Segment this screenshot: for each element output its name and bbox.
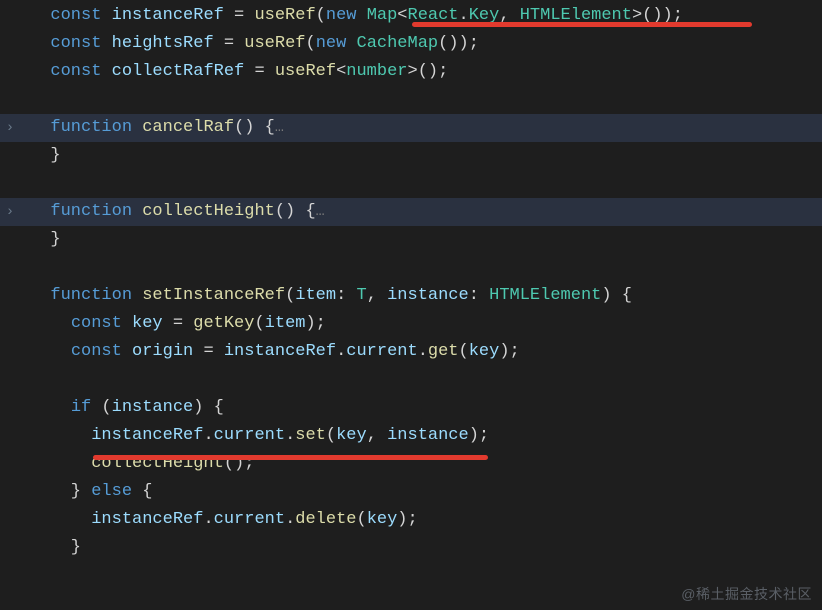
code-text: const key = getKey(item);: [0, 314, 326, 333]
code-text: const instanceRef = useRef(new Map<React…: [0, 6, 683, 25]
code-text: collectHeight();: [0, 454, 254, 473]
code-text: [0, 174, 30, 193]
code-line[interactable]: const instanceRef = useRef(new Map<React…: [0, 2, 822, 30]
code-line[interactable]: const origin = instanceRef.current.get(k…: [0, 338, 822, 366]
code-line[interactable]: [0, 366, 822, 394]
code-line[interactable]: collectHeight();: [0, 450, 822, 478]
code-text: [0, 90, 30, 109]
code-line[interactable]: }: [0, 534, 822, 562]
code-text: const origin = instanceRef.current.get(k…: [0, 342, 520, 361]
fold-chevron-icon[interactable]: ›: [0, 198, 20, 226]
code-text: function setInstanceRef(item: T, instanc…: [0, 286, 632, 305]
code-line[interactable]: const collectRafRef = useRef<number>();: [0, 58, 822, 86]
code-text: [0, 258, 30, 277]
code-line[interactable]: › function collectHeight() {…: [0, 198, 822, 226]
code-text: instanceRef.current.delete(key);: [0, 510, 418, 529]
code-line[interactable]: [0, 170, 822, 198]
code-text: function collectHeight() {…: [0, 202, 325, 221]
code-line[interactable]: } else {: [0, 478, 822, 506]
code-text: } else {: [0, 482, 152, 501]
code-text: const collectRafRef = useRef<number>();: [0, 62, 448, 81]
code-text: [0, 370, 30, 389]
code-text: }: [0, 146, 61, 165]
code-editor[interactable]: const instanceRef = useRef(new Map<React…: [0, 0, 822, 610]
code-line[interactable]: if (instance) {: [0, 394, 822, 422]
code-line[interactable]: [0, 254, 822, 282]
code-text: const heightsRef = useRef(new CacheMap()…: [0, 34, 479, 53]
code-line[interactable]: › function cancelRaf() {…: [0, 114, 822, 142]
code-text: }: [0, 538, 81, 557]
code-line[interactable]: }: [0, 226, 822, 254]
code-line[interactable]: function setInstanceRef(item: T, instanc…: [0, 282, 822, 310]
code-text: function cancelRaf() {…: [0, 118, 284, 137]
code-text: }: [0, 230, 61, 249]
watermark: @稀土掘金技术社区: [681, 584, 812, 604]
fold-chevron-icon[interactable]: ›: [0, 114, 20, 142]
code-line[interactable]: const key = getKey(item);: [0, 310, 822, 338]
code-line[interactable]: }: [0, 142, 822, 170]
code-line[interactable]: instanceRef.current.delete(key);: [0, 506, 822, 534]
code-text: instanceRef.current.set(key, instance);: [0, 426, 489, 445]
code-line[interactable]: instanceRef.current.set(key, instance);: [0, 422, 822, 450]
code-line[interactable]: [0, 86, 822, 114]
code-line[interactable]: const heightsRef = useRef(new CacheMap()…: [0, 30, 822, 58]
code-text: if (instance) {: [0, 398, 224, 417]
